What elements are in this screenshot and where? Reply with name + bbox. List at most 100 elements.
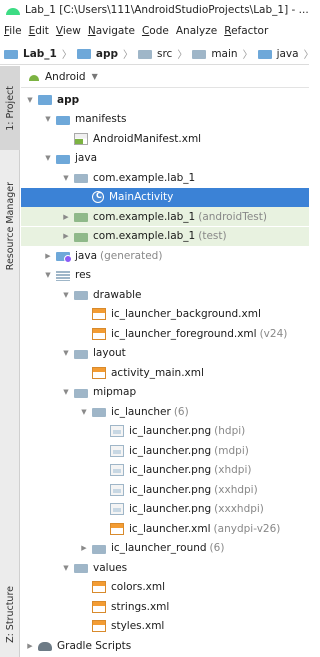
xml-file-icon xyxy=(110,522,124,535)
tree-item-app[interactable]: ▼ app xyxy=(21,90,309,109)
chevron-right-icon: 〉 xyxy=(304,46,309,61)
tree-item-layout[interactable]: ▼ layout xyxy=(21,344,309,363)
tab-structure[interactable]: Z: Structure xyxy=(0,574,20,654)
folder-icon xyxy=(74,291,88,300)
chevron-right-icon: 〉 xyxy=(242,50,253,61)
tree-item-activity-main[interactable]: activity_main.xml xyxy=(21,363,309,382)
tree-item-manifests[interactable]: ▼ manifests xyxy=(21,110,309,129)
tree-item-colors[interactable]: colors.xml xyxy=(21,578,309,597)
tree-item-ic-launcher-group[interactable]: ▼ ic_launcher (6) xyxy=(21,402,309,421)
menu-bar: File Edit View Navigate Code Analyze Ref… xyxy=(0,21,309,41)
collapse-arrow-icon[interactable]: ▶ xyxy=(25,642,35,650)
tree-item-ic-launcher-xxhdpi[interactable]: ic_launcher.png (xxhdpi) xyxy=(21,480,309,499)
collapse-arrow-icon[interactable]: ▶ xyxy=(43,252,53,260)
tree-item-package-test[interactable]: ▶ com.example.lab_1 (test) xyxy=(21,226,309,246)
xml-file-icon xyxy=(92,600,106,613)
source-folder-icon xyxy=(56,154,70,164)
menu-navigate[interactable]: Navigate xyxy=(88,25,135,37)
expand-arrow-icon[interactable]: ▼ xyxy=(61,349,71,357)
expand-arrow-icon[interactable]: ▼ xyxy=(61,291,71,299)
tree-item-ic-launcher-hdpi[interactable]: ic_launcher.png (hdpi) xyxy=(21,422,309,441)
collapse-arrow-icon[interactable]: ▶ xyxy=(61,232,71,240)
expand-arrow-icon[interactable]: ▼ xyxy=(43,154,53,162)
tree-item-java-generated[interactable]: ▶ java (generated) xyxy=(21,246,309,265)
image-file-icon xyxy=(110,425,124,437)
image-file-icon xyxy=(110,464,124,476)
expand-arrow-icon[interactable]: ▼ xyxy=(43,271,53,279)
tree-item-gradle-scripts[interactable]: ▶ Gradle Scripts xyxy=(21,636,309,655)
tree-item-ic-launcher-foreground[interactable]: ic_launcher_foreground.xml (v24) xyxy=(21,324,309,343)
menu-refactor[interactable]: Refactor xyxy=(224,25,268,37)
window-title: Lab_1 [C:\Users\111\AndroidStudioProject… xyxy=(25,4,309,16)
tree-item-ic-launcher-background[interactable]: ic_launcher_background.xml xyxy=(21,305,309,324)
image-file-icon xyxy=(110,483,124,496)
expand-arrow-icon[interactable]: ▼ xyxy=(61,388,71,396)
breadcrumb-item-src[interactable]: src 〉 xyxy=(137,46,192,61)
tree-item-mipmap[interactable]: ▼ mipmap xyxy=(21,383,309,402)
xml-file-icon xyxy=(92,581,106,593)
tree-item-strings[interactable]: strings.xml xyxy=(21,597,309,616)
folder-icon xyxy=(56,115,70,125)
gradle-icon xyxy=(38,642,52,651)
class-icon xyxy=(92,191,104,203)
tree-item-androidmanifest[interactable]: AndroidManifest.xml xyxy=(21,129,309,148)
tree-item-mainactivity[interactable]: MainActivity xyxy=(21,187,309,207)
tree-item-values[interactable]: ▼ values xyxy=(21,558,309,577)
expand-arrow-icon[interactable]: ▼ xyxy=(61,174,71,182)
tree-item-ic-launcher-xxxhdpi[interactable]: ic_launcher.png (xxxhdpi) xyxy=(21,500,309,519)
breadcrumb-item-app[interactable]: app 〉 xyxy=(76,46,138,61)
xml-file-icon xyxy=(92,366,106,379)
menu-code[interactable]: Code xyxy=(142,25,169,37)
tree-item-res[interactable]: ▼ res xyxy=(21,266,309,285)
package-icon xyxy=(74,174,88,183)
breadcrumb: Lab_1〉 app〉 src〉 main〉 java〉 c xyxy=(0,43,309,65)
collapse-arrow-icon[interactable]: ▶ xyxy=(61,213,71,221)
folder-icon xyxy=(74,349,88,359)
folder-icon xyxy=(74,388,88,398)
tool-window-strip: 1: Project Resource Manager Z: Structure xyxy=(0,66,20,657)
project-folder-icon xyxy=(4,50,18,59)
expand-arrow-icon[interactable]: ▼ xyxy=(25,96,35,104)
breadcrumb-item-java[interactable]: java〉 xyxy=(257,46,309,61)
folder-icon xyxy=(74,564,88,573)
manifest-file-icon xyxy=(74,132,88,145)
folder-icon xyxy=(137,50,152,59)
tree-item-ic-launcher-mdpi[interactable]: ic_launcher.png (mdpi) xyxy=(21,441,309,460)
folder-icon xyxy=(92,408,106,417)
package-icon xyxy=(74,213,88,222)
xml-file-icon xyxy=(92,308,106,320)
menu-edit[interactable]: Edit xyxy=(29,25,49,37)
tree-item-package-androidtest[interactable]: ▶ com.example.lab_1 (androidTest) xyxy=(21,207,309,226)
image-file-icon xyxy=(110,444,124,457)
folder-icon xyxy=(92,544,106,554)
resource-folder-icon xyxy=(56,270,70,281)
collapse-arrow-icon[interactable]: ▶ xyxy=(79,544,89,552)
chevron-right-icon: 〉 xyxy=(177,50,188,61)
folder-icon xyxy=(192,50,207,59)
tree-item-java[interactable]: ▼ java xyxy=(21,149,309,168)
expand-arrow-icon[interactable]: ▼ xyxy=(79,408,89,416)
tree-item-ic-launcher-round[interactable]: ▶ ic_launcher_round (6) xyxy=(21,539,309,558)
expand-arrow-icon[interactable]: ▼ xyxy=(43,115,53,123)
tab-project[interactable]: 1: Project xyxy=(0,66,20,150)
breadcrumb-item-project[interactable]: Lab_1 〉 xyxy=(4,46,77,61)
chevron-right-icon: 〉 xyxy=(122,50,133,61)
menu-file[interactable]: File xyxy=(4,25,22,37)
menu-analyze[interactable]: Analyze xyxy=(176,25,217,37)
tree-item-drawable[interactable]: ▼ drawable xyxy=(21,285,309,304)
chevron-down-icon: ▼ xyxy=(91,72,98,81)
chevron-right-icon: 〉 xyxy=(61,50,72,61)
tree-item-ic-launcher-xhdpi[interactable]: ic_launcher.png (xhdpi) xyxy=(21,461,309,480)
menu-view[interactable]: View xyxy=(56,25,81,37)
breadcrumb-item-main[interactable]: main 〉 xyxy=(192,46,257,61)
tree-item-styles[interactable]: styles.xml xyxy=(21,617,309,636)
tree-item-package-main[interactable]: ▼ com.example.lab_1 xyxy=(21,168,309,187)
xml-file-icon xyxy=(92,327,106,340)
source-folder-icon xyxy=(257,50,272,59)
expand-arrow-icon[interactable]: ▼ xyxy=(61,564,71,572)
android-studio-icon xyxy=(6,6,20,15)
project-view-selector[interactable]: Android ▼ xyxy=(21,66,309,88)
xml-file-icon xyxy=(92,620,106,632)
tab-resource-manager[interactable]: Resource Manager xyxy=(0,166,20,286)
tree-item-ic-launcher-anydpi[interactable]: ic_launcher.xml (anydpi-v26) xyxy=(21,519,309,538)
